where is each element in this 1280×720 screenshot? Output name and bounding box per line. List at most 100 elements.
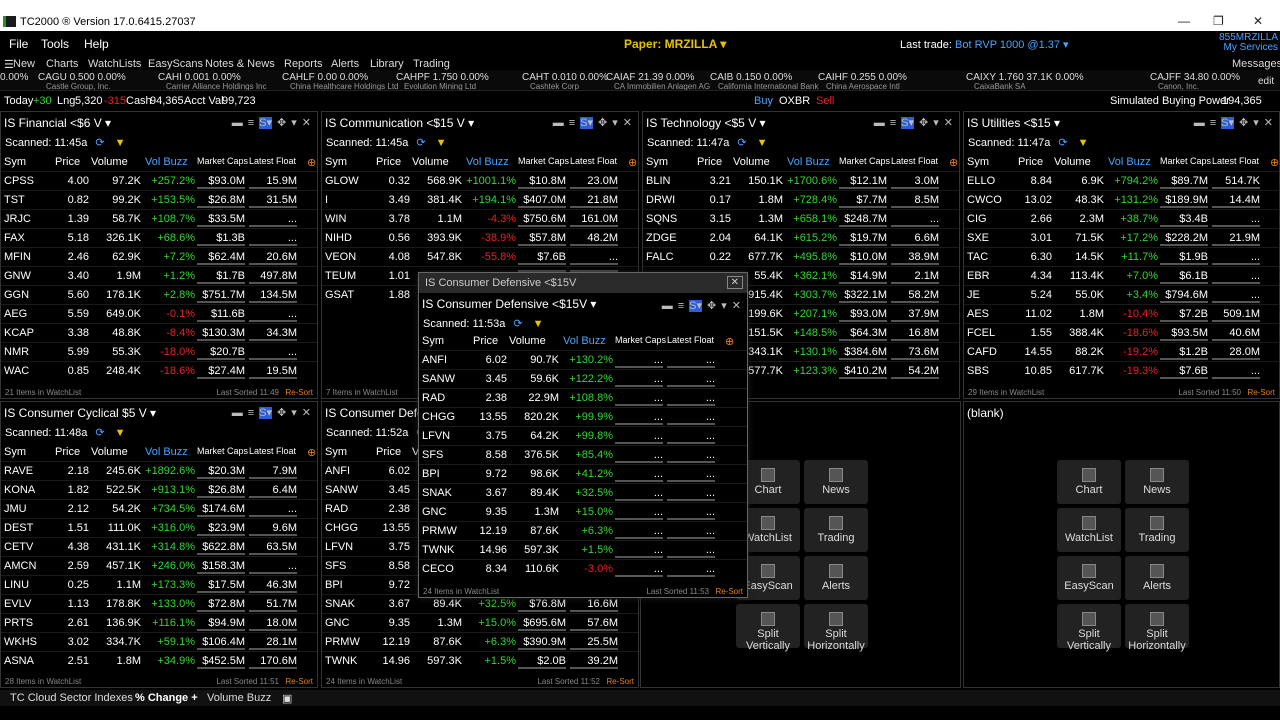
table-row[interactable]: EVLV 1.13 178.8K +133.0% $72.8M 51.7M [1, 594, 317, 613]
table-row[interactable]: NIHD 0.56 393.9K -38.9% $57.8M 48.2M [322, 228, 638, 247]
symbol-cell[interactable]: ANFI [422, 354, 470, 366]
refresh-icon[interactable]: ⟳ [95, 427, 104, 439]
filter-icon[interactable]: ▼ [533, 318, 544, 330]
launcher-trading-button[interactable]: Trading [804, 508, 868, 552]
table-row[interactable]: AEG 5.59 649.0K -0.1% $11.6B... [1, 304, 317, 323]
tab-volume-buzz[interactable]: Volume Buzz [207, 692, 271, 704]
launcher-split-horizontally-button[interactable]: Split Horizontally [804, 604, 868, 652]
notes-icon[interactable]: ▬ [232, 407, 243, 419]
table-row[interactable]: WKHS 3.02 334.7K +59.1% $106.4M 28.1M [1, 632, 317, 651]
symbol-cell[interactable]: NIHD [325, 232, 373, 244]
float-column-header[interactable]: Latest Float [667, 335, 714, 345]
symbol-cell[interactable]: BPI [422, 468, 470, 480]
symbol-cell[interactable]: SBS [967, 365, 1015, 377]
symbol-cell[interactable]: GSAT [325, 289, 373, 301]
add-column-icon[interactable]: ⊕ [307, 446, 316, 459]
launcher-news-button[interactable]: News [804, 460, 868, 504]
symbol-cell[interactable]: TST [4, 194, 52, 206]
symbol-cell[interactable]: CECO [422, 563, 470, 575]
table-row[interactable]: GNC 9.35 1.3M +15.0% $695.6M 57.6M [322, 613, 638, 632]
table-row[interactable]: DRWI 0.17 1.8M +728.4% $7.7M 8.5M [643, 190, 959, 209]
price-column-header[interactable]: Price [376, 446, 401, 458]
symbol-cell[interactable]: RAD [325, 503, 373, 515]
table-row[interactable]: LINU 0.25 1.1M +173.3% $17.5M 46.3M [1, 575, 317, 594]
symbol-cell[interactable]: WAC [4, 365, 52, 377]
volume-column-header[interactable]: Volume [733, 156, 770, 168]
symbol-cell[interactable]: CAFD [967, 346, 1015, 358]
table-row[interactable]: TWNK 14.96 597.3K +1.5% $2.0B 39.2M [322, 651, 638, 670]
panel-title[interactable]: IS Financial <$6 V ▾ [4, 116, 111, 130]
last-trade[interactable]: Last trade: Bot RVP 1000 @1.37 ▾ [900, 38, 1069, 51]
launcher-split-horizontally-button[interactable]: Split Horizontally [1125, 604, 1189, 652]
symbol-cell[interactable]: BPI [325, 579, 373, 591]
move-icon[interactable]: ✥ [1239, 117, 1248, 129]
floating-close-icon[interactable]: ✕ [726, 276, 743, 289]
price-column-header[interactable]: Price [55, 446, 80, 458]
toolbar-alerts[interactable]: Alerts [331, 58, 359, 70]
refresh-icon[interactable]: ⟳ [1058, 137, 1067, 149]
scan-icon[interactable]: S▾ [689, 300, 703, 312]
table-row[interactable]: SFS 8.58 376.5K +85.4%...... [419, 445, 747, 464]
menu-tools[interactable]: Tools [41, 37, 69, 51]
volume-column-header[interactable]: Volume [412, 156, 449, 168]
symbol-cell[interactable]: KCAP [4, 327, 52, 339]
launcher-split-vertically-button[interactable]: Split Vertically [736, 604, 800, 652]
table-row[interactable]: GLOW 0.32 568.9K +1001.1% $10.8M 23.0M [322, 171, 638, 190]
maximize-button[interactable]: ❐ [1213, 14, 1224, 28]
toolbar-new[interactable]: New [13, 58, 35, 70]
launcher-alerts-button[interactable]: Alerts [804, 556, 868, 600]
panel-title[interactable]: IS Consumer Defensive <$15V ▾ [422, 297, 596, 311]
filter-icon[interactable]: ▼ [1078, 137, 1089, 149]
table-row[interactable]: FAX 5.18 326.1K +68.6% $1.3B... [1, 228, 317, 247]
table-row[interactable]: TST 0.82 99.2K +153.5% $26.8M 31.5M [1, 190, 317, 209]
table-row[interactable]: TWNK 14.96 597.3K +1.5%...... [419, 540, 747, 559]
sym-column-header[interactable]: Sym [422, 335, 444, 347]
symbol-cell[interactable]: TWNK [325, 655, 373, 667]
symbol-cell[interactable]: SFS [422, 449, 470, 461]
table-row[interactable]: CWCO 13.02 48.3K +131.2% $189.9M 14.4M [964, 190, 1279, 209]
symbol-cell[interactable]: FALC [646, 251, 694, 263]
volume-column-header[interactable]: Volume [1054, 156, 1091, 168]
table-row[interactable]: PRMW 12.19 87.6K +6.3%...... [419, 521, 747, 540]
buzz-column-header[interactable]: Vol Buzz [145, 446, 188, 458]
menu-file[interactable]: File [9, 37, 28, 51]
table-row[interactable]: SQNS 3.15 1.3M +658.1% $248.7M... [643, 209, 959, 228]
scan-icon[interactable]: S▾ [259, 407, 273, 419]
table-row[interactable]: ASNA 2.51 1.8M +34.9% $452.5M 170.6M [1, 651, 317, 670]
volume-column-header[interactable]: Volume [91, 446, 128, 458]
symbol-cell[interactable]: AES [967, 308, 1015, 320]
table-row[interactable]: FCEL 1.55 388.4K -18.6% $93.5M 40.6M [964, 323, 1279, 342]
symbol-cell[interactable]: CETV [4, 541, 52, 553]
float-column-header[interactable]: Latest Float [249, 446, 296, 456]
notes-icon[interactable]: ▬ [662, 300, 673, 312]
add-column-icon[interactable]: ⊕ [725, 335, 734, 348]
table-row[interactable]: MFIN 2.46 62.9K +7.2% $62.4M 20.6M [1, 247, 317, 266]
list-icon[interactable]: ≡ [248, 117, 254, 129]
price-column-header[interactable]: Price [55, 156, 80, 168]
floating-watchlist-window[interactable]: IS Consumer Defensive <$15V ✕ IS Consumer … [418, 272, 748, 598]
add-tab-icon[interactable]: ▣ [282, 692, 292, 705]
notes-icon[interactable]: ▬ [553, 117, 564, 129]
move-icon[interactable]: ✥ [707, 300, 716, 312]
buzz-column-header[interactable]: Vol Buzz [145, 156, 188, 168]
refresh-icon[interactable]: ⟳ [95, 137, 104, 149]
toolbar-notes-news[interactable]: Notes & News [205, 58, 275, 70]
sym-column-header[interactable]: Sym [325, 156, 347, 168]
refresh-icon[interactable]: ⟳ [737, 137, 746, 149]
launcher-chart-button[interactable]: Chart [1057, 460, 1121, 504]
table-row[interactable]: TAC 6.30 14.5K +11.7% $1.9B... [964, 247, 1279, 266]
toolbar-library[interactable]: Library [370, 58, 404, 70]
symbol-cell[interactable]: LFVN [422, 430, 470, 442]
close-icon[interactable]: ✕ [302, 117, 311, 129]
symbol-cell[interactable]: BLIN [646, 175, 694, 187]
symbol-cell[interactable]: GLOW [325, 175, 373, 187]
symbol-cell[interactable]: EVLV [4, 598, 52, 610]
list-icon[interactable]: ≡ [569, 117, 575, 129]
price-column-header[interactable]: Price [697, 156, 722, 168]
dropdown-icon[interactable]: ▾ [721, 300, 727, 312]
sym-column-header[interactable]: Sym [4, 156, 26, 168]
launcher-watchlist-button[interactable]: WatchList [1057, 508, 1121, 552]
sym-column-header[interactable]: Sym [967, 156, 989, 168]
add-column-icon[interactable]: ⊕ [628, 156, 637, 169]
caps-column-header[interactable]: Market Caps [839, 156, 890, 166]
